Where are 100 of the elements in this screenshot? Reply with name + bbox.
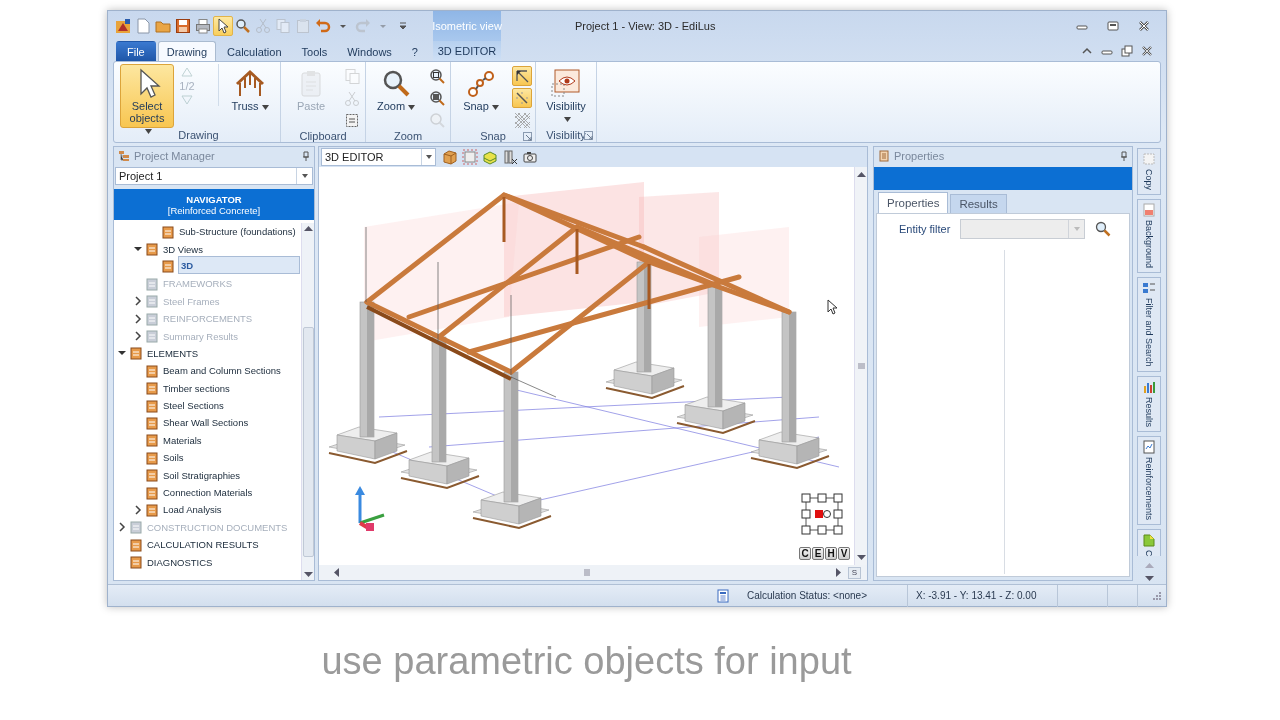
tree-item-icon	[145, 433, 159, 448]
search-icon[interactable]	[1095, 221, 1112, 237]
ribbon-tab[interactable]: Drawing	[157, 41, 217, 61]
cube-icon[interactable]	[442, 149, 458, 165]
selection-handles-icon[interactable]	[801, 493, 843, 535]
calculator-icon[interactable]	[716, 588, 729, 603]
tree-item[interactable]: Soils	[161, 451, 186, 465]
scrollbar-thumb[interactable]	[302, 326, 314, 557]
pin-icon[interactable]	[1120, 151, 1128, 161]
tree-item[interactable]: Connection Materials	[161, 486, 255, 500]
tree-item-icon	[161, 259, 175, 274]
cursor-coordinates: X: -3.91 - Y: 13.41 - Z: 0.00	[916, 590, 1037, 601]
side-tab[interactable]: C	[1137, 528, 1161, 557]
snap-icon	[465, 68, 497, 100]
caret-icon	[261, 104, 269, 110]
tree-item[interactable]: Sub-Structure (foundations)	[177, 225, 298, 239]
dropdown-arrow-icon	[1072, 225, 1081, 233]
scroll-up-icon[interactable]	[856, 171, 866, 177]
ribbon-tab[interactable]: ?	[402, 41, 427, 61]
pointer-icon[interactable]	[213, 16, 233, 36]
scroll-down-icon[interactable]	[1144, 576, 1154, 581]
camera-icon[interactable]	[522, 149, 538, 165]
view-mode-button[interactable]: V	[838, 547, 850, 560]
group-label: Visibility	[546, 129, 586, 141]
side-tab[interactable]: Background	[1137, 199, 1161, 274]
side-tab[interactable]: Reinforcements	[1137, 435, 1161, 525]
close-icon[interactable]	[1140, 44, 1154, 58]
printer-icon[interactable]	[193, 16, 213, 36]
dialog-launcher-icon[interactable]	[584, 131, 593, 140]
scroll-down-icon[interactable]	[856, 555, 866, 561]
ribbon-tab[interactable]: 3D EDITOR	[433, 41, 501, 61]
panel-tab[interactable]: Results	[950, 194, 1007, 213]
scroll-up-icon[interactable]	[303, 225, 313, 231]
logo-icon[interactable]	[113, 16, 133, 36]
save-icon[interactable]	[173, 16, 193, 36]
eye-icon	[550, 68, 582, 100]
tree-item[interactable]: Steel Sections	[161, 399, 226, 413]
ribbon-button[interactable]: Zoom	[369, 64, 423, 128]
panel-tab[interactable]: Properties	[878, 192, 949, 213]
ribbon-tab[interactable]: Calculation	[218, 41, 291, 61]
side-tab[interactable]: Copy	[1137, 148, 1161, 195]
image-icon	[1142, 203, 1156, 217]
dialog-launcher-icon[interactable]	[523, 132, 532, 141]
maximize-icon[interactable]	[1105, 18, 1121, 34]
ribbon-button[interactable]: Truss	[223, 64, 277, 128]
view-dropdown[interactable]: 3D EDITOR	[321, 148, 436, 166]
navigator-header: NAVIGATOR [Reinforced Concrete]	[114, 189, 314, 220]
cursor-icon	[827, 299, 839, 315]
zoom-all-icon[interactable]	[427, 88, 447, 108]
filter-icon	[1142, 281, 1156, 296]
tree-item-icon	[129, 537, 143, 552]
side-tab[interactable]: Results	[1137, 375, 1161, 432]
tree-item-icon	[145, 450, 159, 465]
tree-item[interactable]: Load Analysis	[161, 503, 224, 517]
tree-item[interactable]: Soil Stratigraphies	[161, 468, 243, 482]
resize-grip-icon[interactable]	[1152, 590, 1162, 601]
tree-item[interactable]: Timber sections	[161, 381, 232, 395]
group-label: Zoom	[393, 129, 423, 142]
caret-icon	[491, 104, 499, 110]
scroll-grip-icon[interactable]	[856, 362, 866, 370]
tree-item[interactable]: Materials	[161, 433, 204, 447]
ribbon-tab[interactable]: Tools	[292, 41, 337, 61]
dropdown-arrow-icon	[300, 172, 309, 180]
scroll-left-icon[interactable]	[333, 568, 339, 577]
tree-item[interactable]: 3D Views	[161, 242, 205, 256]
project-dropdown[interactable]: Project 1	[115, 167, 313, 185]
group-label: Clipboard	[299, 129, 347, 142]
tree-item[interactable]: 3D	[178, 256, 300, 275]
ribbon-button[interactable]: Snap	[454, 64, 508, 128]
chevron-right-icon[interactable]	[133, 504, 143, 515]
tree-item[interactable]: DIAGNOSTICS	[145, 555, 215, 569]
snap-diagonal-icon[interactable]	[512, 88, 532, 108]
tree-item[interactable]: ELEMENTS	[145, 346, 201, 360]
ribbon-tab[interactable]: Windows	[338, 41, 401, 61]
tree-item[interactable]: CALCULATION RESULTS	[145, 538, 261, 552]
zoom-window-icon[interactable]	[427, 66, 447, 86]
tree-item-icon	[145, 311, 159, 326]
scroll-down-icon[interactable]	[303, 572, 313, 578]
hide-elements-icon[interactable]	[502, 149, 518, 165]
group-label: Snap	[480, 129, 506, 142]
pin-icon[interactable]	[302, 151, 310, 161]
copy-icon	[1142, 152, 1156, 166]
ribbon-tab[interactable]: File	[116, 41, 156, 61]
ribbon-button[interactable]: Visibility	[539, 64, 593, 128]
tree-item-icon	[145, 294, 159, 309]
restore-icon[interactable]	[1120, 44, 1134, 58]
tree-item-icon	[145, 416, 159, 430]
dropdown-arrow-icon	[424, 153, 433, 161]
scroll-grip-icon[interactable]	[583, 568, 592, 577]
tree-item[interactable]: Shear Wall Sections	[161, 416, 251, 430]
field-label: Entity filter	[899, 223, 951, 235]
tree-item[interactable]: Beam and Column Sections	[161, 364, 283, 378]
bar-chart-icon	[1142, 379, 1156, 394]
side-tab[interactable]: Filter and Search	[1137, 277, 1161, 372]
view-mode-button[interactable]: C	[799, 547, 811, 560]
tree-item-icon	[145, 502, 159, 517]
view-mode-button[interactable]: H	[825, 547, 837, 560]
view-mode-button[interactable]: E	[812, 547, 824, 560]
split-button[interactable]: S	[847, 566, 861, 579]
scroll-right-icon[interactable]	[835, 568, 842, 577]
